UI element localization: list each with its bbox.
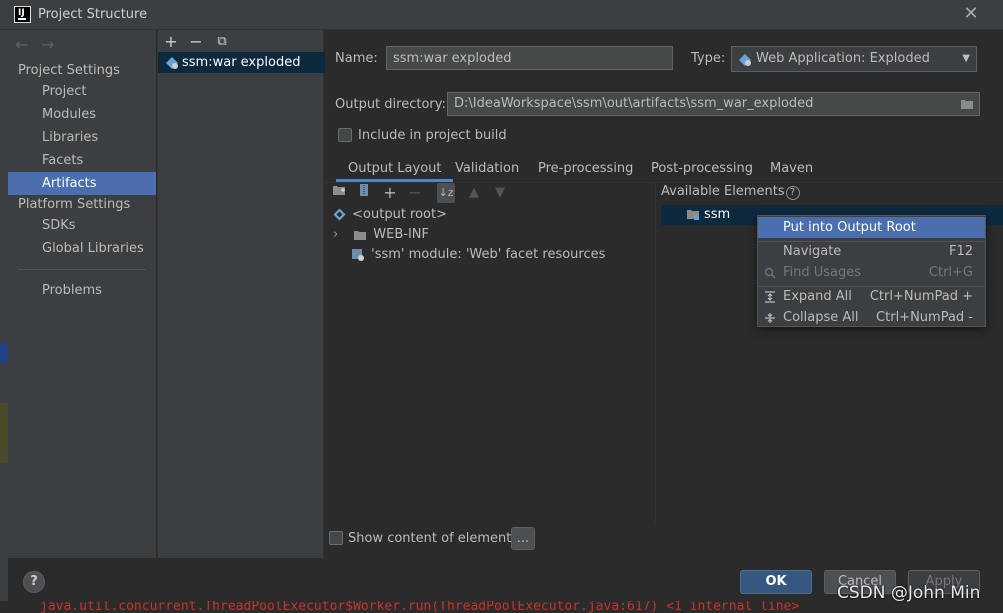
sidebar-item-sdks[interactable]: SDKs xyxy=(8,214,156,237)
copy-artifact-icon[interactable]: ⧉ xyxy=(213,32,231,52)
menu-item-navigate[interactable]: Navigate F12 xyxy=(758,241,985,262)
menu-shortcut: F12 xyxy=(948,244,973,259)
show-content-label: Show content of elements xyxy=(348,531,519,546)
menu-item-collapse-all[interactable]: Collapse All Ctrl+NumPad - xyxy=(758,307,985,328)
menu-item-label: Put into Output Root xyxy=(783,220,916,235)
tab-maven[interactable]: Maven xyxy=(758,158,825,182)
expand-all-icon xyxy=(764,286,776,307)
menu-shortcut: Ctrl+NumPad + xyxy=(869,289,973,304)
ok-button[interactable]: OK xyxy=(740,570,812,594)
layout-splitter[interactable] xyxy=(655,183,656,523)
tree-item-web-inf[interactable]: › WEB-INF xyxy=(333,225,429,245)
project-settings-heading: Project Settings xyxy=(18,63,120,78)
menu-item-put-into-output-root[interactable]: Put into Output Root xyxy=(758,217,985,238)
output-directory-value: D:\IdeaWorkspace\ssm\out\artifacts\ssm_w… xyxy=(454,96,814,111)
forward-arrow-icon[interactable]: → xyxy=(41,35,54,54)
back-arrow-icon[interactable]: ← xyxy=(15,35,28,54)
context-menu: Put into Output Root Navigate F12 Find U… xyxy=(757,215,986,327)
output-directory-label: Output directory: xyxy=(335,97,446,112)
sidebar-item-facets[interactable]: Facets xyxy=(8,149,156,172)
name-label: Name: xyxy=(335,51,378,66)
menu-item-label: Find Usages xyxy=(783,265,862,280)
artifact-item-label: ssm:war exploded xyxy=(182,55,301,70)
sidebar-item-artifacts[interactable]: Artifacts xyxy=(8,172,156,195)
tree-item-label: <output root> xyxy=(352,207,447,222)
title-bar: IJ Project Structure ✕ xyxy=(0,0,1003,30)
platform-settings-heading: Platform Settings xyxy=(18,197,131,212)
module-folder-icon xyxy=(686,208,700,225)
help-icon[interactable]: ? xyxy=(785,186,800,200)
tab-output-layout[interactable]: Output Layout xyxy=(336,158,454,182)
background-editor-strip xyxy=(0,30,8,613)
menu-item-find-usages[interactable]: Find Usages Ctrl+G xyxy=(758,262,985,283)
tree-item-output-root[interactable]: <output root> xyxy=(333,205,447,225)
help-button[interactable]: ? xyxy=(23,571,45,593)
web-facet-icon xyxy=(351,247,369,262)
menu-shortcut: Ctrl+NumPad - xyxy=(876,310,973,325)
type-select-value: Web Application: Exploded xyxy=(756,51,930,66)
create-directory-icon[interactable] xyxy=(330,183,348,203)
layout-toolbar: + − ↓z ▲ ▼ xyxy=(325,183,655,205)
menu-item-expand-all[interactable]: Expand All Ctrl+NumPad + xyxy=(758,286,985,307)
add-copy-of-icon[interactable]: + xyxy=(381,183,399,203)
menu-item-label: Expand All xyxy=(783,289,852,304)
sidebar-divider xyxy=(18,269,146,270)
include-in-build-label: Include in project build xyxy=(358,128,507,143)
menu-shortcut: Ctrl+G xyxy=(928,265,973,280)
sidebar-item-libraries[interactable]: Libraries xyxy=(8,126,156,149)
tab-pre-processing[interactable]: Pre-processing xyxy=(526,158,645,182)
sort-elements-icon[interactable]: ↓z xyxy=(437,183,455,203)
show-content-checkbox[interactable] xyxy=(329,531,343,545)
available-elements-label: Available Elements? xyxy=(661,184,800,200)
type-label: Type: xyxy=(691,51,726,66)
sidebar-item-modules[interactable]: Modules xyxy=(8,103,156,126)
chevron-right-icon[interactable]: › xyxy=(333,225,349,245)
tab-validation[interactable]: Validation xyxy=(443,158,531,182)
move-down-icon[interactable]: ▼ xyxy=(491,183,509,203)
tab-post-processing[interactable]: Post-processing xyxy=(639,158,765,182)
artifact-item[interactable]: ssm:war exploded xyxy=(158,52,325,73)
web-artifact-icon xyxy=(165,56,179,77)
tree-item-facet-resources[interactable]: 'ssm' module: 'Web' facet resources xyxy=(351,245,605,265)
add-artifact-icon[interactable]: + xyxy=(162,32,180,52)
sidebar-item-project[interactable]: Project xyxy=(8,80,156,103)
sidebar-item-global-libraries[interactable]: Global Libraries xyxy=(8,237,156,260)
available-item-label: ssm xyxy=(704,207,731,222)
search-icon xyxy=(764,262,776,283)
close-icon[interactable]: ✕ xyxy=(960,3,982,25)
web-app-icon xyxy=(738,52,752,76)
folder-icon xyxy=(353,227,371,242)
tree-item-label: 'ssm' module: 'Web' facet resources xyxy=(371,247,606,262)
settings-sidebar: ← → Project Settings Project Modules Lib… xyxy=(8,30,156,558)
more-options-button[interactable]: ... xyxy=(511,527,535,550)
browse-folder-icon[interactable] xyxy=(960,93,974,115)
include-in-build-checkbox[interactable] xyxy=(338,128,352,142)
create-archive-icon[interactable] xyxy=(355,183,373,203)
menu-item-label: Navigate xyxy=(783,244,842,259)
chevron-down-icon: ▼ xyxy=(962,53,970,64)
tree-item-label: WEB-INF xyxy=(373,227,429,242)
name-input[interactable] xyxy=(386,46,673,70)
type-select[interactable]: Web Application: Exploded ▼ xyxy=(731,46,977,72)
available-elements-title: Available Elements xyxy=(661,184,785,199)
output-root-icon xyxy=(333,207,350,222)
collapse-all-icon xyxy=(764,307,776,328)
csdn-watermark: CSDN @John Min xyxy=(837,583,981,603)
menu-item-label: Collapse All xyxy=(783,310,859,325)
artifacts-panel: + − ⧉ ssm:war exploded xyxy=(157,30,325,558)
sidebar-item-problems[interactable]: Problems xyxy=(8,279,156,302)
remove-artifact-icon[interactable]: − xyxy=(187,32,205,52)
window-title: Project Structure xyxy=(38,7,148,22)
remove-element-icon[interactable]: − xyxy=(406,183,424,203)
move-up-icon[interactable]: ▲ xyxy=(465,183,483,203)
output-directory-field[interactable]: D:\IdeaWorkspace\ssm\out\artifacts\ssm_w… xyxy=(447,92,980,116)
intellij-logo-icon: IJ xyxy=(14,6,31,23)
